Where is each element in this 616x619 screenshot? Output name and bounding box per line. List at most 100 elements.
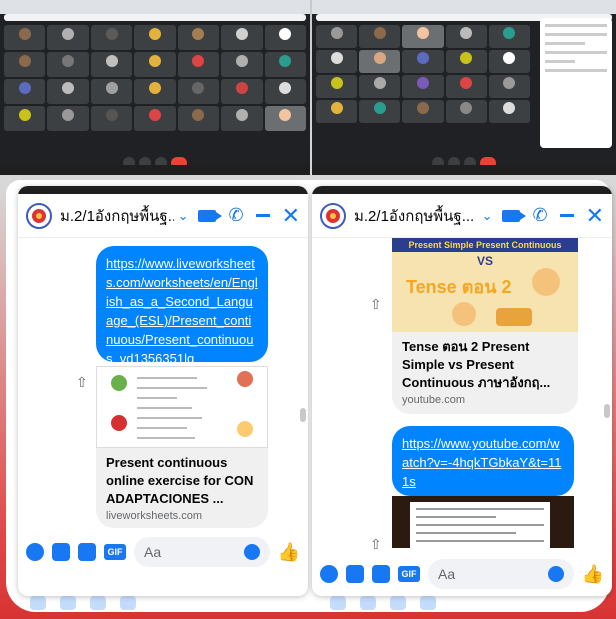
message-placeholder: Aa	[144, 544, 162, 560]
link-message-bubble[interactable]: https://www.youtube.com/watch?v=-4hqkTGb…	[392, 426, 574, 496]
participant-tile	[359, 100, 401, 123]
close-icon[interactable]: ✕	[586, 204, 604, 227]
participant-tile	[221, 25, 263, 50]
gif-icon[interactable]: GIF	[104, 544, 126, 560]
participant-tile	[445, 25, 487, 48]
participant-tile	[264, 79, 306, 104]
messenger-window-left: ม.2/1อังกฤษพื้นฐ... ⌄ ✆ ✕ https://www.li…	[18, 186, 308, 596]
worksheet-image	[237, 371, 253, 387]
document-page	[410, 502, 550, 548]
sticker-icon[interactable]	[78, 543, 96, 561]
phone-icon[interactable]: ✆	[228, 205, 243, 226]
participant-tile-camera	[359, 50, 401, 73]
message-link[interactable]: https://www.youtube.com/watch?v=-4hqkTGb…	[402, 436, 561, 489]
card-title: Present continuous online exercise for C…	[106, 455, 254, 506]
photo-icon[interactable]	[52, 543, 70, 561]
chat-header: ม.2/1อังกฤษพื้นฐ... ⌄ ✆ ✕	[18, 194, 308, 238]
participant-tile	[177, 79, 220, 104]
link-message-bubble[interactable]: https://www.liveworksheets.com/worksheet…	[96, 246, 268, 366]
participant-tile	[47, 25, 89, 50]
participant-tile	[264, 25, 306, 50]
participant-tile	[90, 25, 133, 50]
participant-tile-camera	[402, 25, 444, 48]
share-icon[interactable]: ⇧	[76, 374, 88, 391]
windows-taskbar	[0, 165, 310, 175]
add-icon[interactable]	[320, 565, 338, 583]
meet-chat-panel	[540, 18, 612, 148]
link-preview-card[interactable]: Present continuous online exercise for C…	[96, 366, 268, 528]
chat-title[interactable]: ม.2/1อังกฤษพื้นฐ...	[60, 204, 174, 228]
participant-tile	[402, 75, 444, 98]
chevron-down-icon[interactable]: ⌄	[482, 208, 493, 224]
participant-tile	[4, 106, 46, 131]
participant-tile	[488, 25, 530, 48]
participant-tile	[445, 100, 487, 123]
participant-tile	[4, 79, 46, 104]
worksheet-image	[111, 375, 127, 391]
browser-url-bar	[4, 14, 306, 21]
header-actions: ✆ ✕	[502, 204, 604, 227]
chevron-down-icon[interactable]: ⌄	[178, 208, 189, 224]
participant-tile	[177, 106, 220, 131]
message-link[interactable]: https://www.liveworksheets.com/worksheet…	[106, 256, 258, 366]
card-title: Tense ตอน 2 Present Simple vs Present Co…	[402, 339, 551, 390]
message-input[interactable]: Aa	[428, 559, 574, 589]
participant-tile	[90, 106, 133, 131]
participant-tile	[402, 100, 444, 123]
video-call-icon[interactable]	[198, 209, 223, 222]
participant-tile	[316, 75, 358, 98]
participant-tile	[4, 25, 46, 50]
group-avatar[interactable]	[26, 202, 52, 229]
participant-tile	[134, 25, 176, 50]
share-icon[interactable]: ⇧	[370, 536, 382, 553]
browser-tab-bar	[312, 0, 616, 14]
cartoon-character	[452, 302, 476, 326]
thumbnail-tense: Tense ตอน 2	[406, 277, 512, 297]
messenger-window-right: ม.2/1อังกฤษพื้นฐ... ⌄ ✆ ✕ ⇧ Present Simp…	[312, 186, 612, 596]
participant-tile	[4, 52, 46, 77]
chat-title[interactable]: ม.2/1อังกฤษพื้นฐ...	[354, 204, 478, 228]
video-call-icon[interactable]	[502, 209, 527, 222]
document-thumbnail	[392, 496, 574, 548]
minimize-icon[interactable]	[559, 214, 574, 217]
phone-icon[interactable]: ✆	[532, 205, 547, 226]
minimize-icon[interactable]	[255, 214, 270, 217]
chat-header: ม.2/1อังกฤษพื้นฐ... ⌄ ✆ ✕	[312, 194, 612, 238]
participant-tile	[488, 75, 530, 98]
card-domain: youtube.com	[402, 394, 465, 406]
message-composer: GIF Aa 👍	[312, 554, 612, 594]
participant-tile	[134, 52, 176, 77]
message-composer: GIF Aa 👍	[18, 532, 308, 572]
participant-tile	[221, 79, 263, 104]
meet-screenshot-left	[0, 0, 310, 175]
message-input[interactable]: Aa	[134, 537, 270, 567]
thumbnail-banner: Present Simple Present Continuous	[392, 238, 578, 252]
add-icon[interactable]	[26, 543, 44, 561]
gif-icon[interactable]: GIF	[398, 566, 420, 582]
participant-tile	[359, 25, 401, 48]
participant-tile	[47, 106, 89, 131]
header-actions: ✆ ✕	[198, 204, 300, 227]
participant-tile	[402, 50, 444, 73]
participant-tile	[47, 79, 89, 104]
photo-icon[interactable]	[346, 565, 364, 583]
share-icon[interactable]: ⇧	[370, 296, 382, 313]
sticker-icon[interactable]	[372, 565, 390, 583]
thumbs-up-icon[interactable]: 👍	[278, 542, 300, 563]
close-icon[interactable]: ✕	[282, 204, 300, 227]
participant-tile	[134, 79, 176, 104]
worksheet-image	[237, 421, 253, 437]
participant-tile	[316, 100, 358, 123]
participant-tile	[90, 79, 133, 104]
participant-tile	[316, 25, 358, 48]
taskbar-strip	[312, 186, 612, 194]
scrollbar-thumb[interactable]	[604, 404, 610, 418]
emoji-icon[interactable]	[243, 544, 260, 560]
participant-tile-camera	[264, 106, 306, 131]
group-avatar[interactable]	[320, 202, 346, 229]
emoji-icon[interactable]	[547, 566, 564, 582]
thumbs-up-icon[interactable]: 👍	[582, 564, 604, 585]
youtube-preview-card[interactable]: Present Simple Present Continuous VS Ten…	[392, 238, 578, 414]
participant-tile	[359, 75, 401, 98]
scrollbar-thumb[interactable]	[300, 408, 306, 422]
